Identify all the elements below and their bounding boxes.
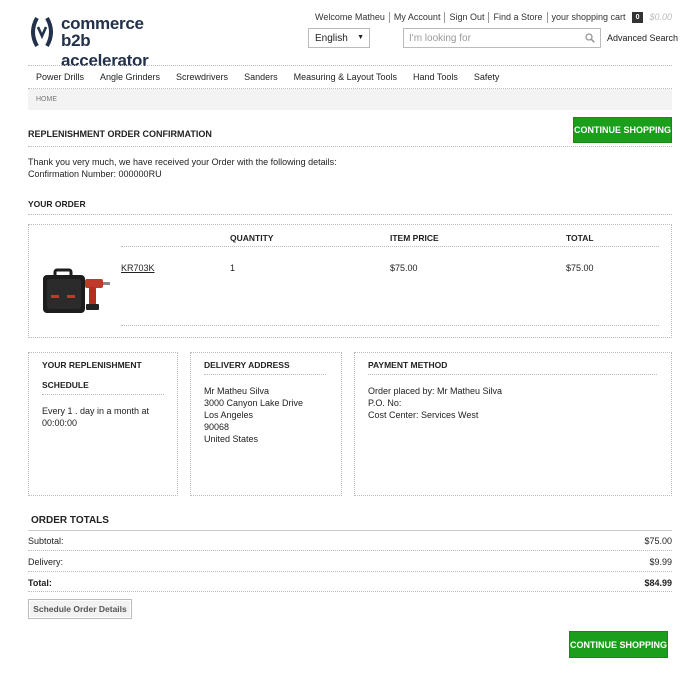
logo[interactable]: commerce b2b accelerator: [28, 14, 178, 70]
sign-out-link[interactable]: Sign Out: [444, 11, 488, 23]
divider: [204, 374, 326, 375]
divider: [28, 591, 672, 592]
welcome-text: Welcome Matheu: [315, 11, 385, 22]
advanced-search-link[interactable]: Advanced Search: [607, 33, 678, 43]
item-total: $75.00: [566, 263, 594, 273]
item-price: $75.00: [390, 263, 418, 273]
confirmation-number: Confirmation Number: 000000RU: [28, 169, 162, 179]
logo-mark-icon: [31, 17, 53, 47]
breadcrumb-home-link[interactable]: HOME: [36, 96, 57, 103]
top-links: Welcome Matheu My Account Sign Out Find …: [311, 10, 672, 24]
subtotal-label: Subtotal:: [28, 536, 64, 546]
divider: [28, 571, 672, 572]
divider: [28, 550, 672, 551]
payment-method-box: PAYMENT METHOD Order placed by: Mr Mathe…: [354, 352, 672, 496]
nav-item-angle-grinders[interactable]: Angle Grinders: [92, 72, 168, 82]
thanks-text: Thank you very much, we have received yo…: [28, 157, 337, 167]
column-header-quantity: QUANTITY: [230, 233, 274, 243]
find-store-link[interactable]: Find a Store: [488, 11, 546, 23]
schedule-time: 00:00:00: [42, 418, 78, 428]
column-header-total: TOTAL: [566, 233, 594, 243]
payment-heading: PAYMENT METHOD: [368, 360, 448, 370]
divider: [28, 146, 672, 147]
divider: [28, 530, 672, 531]
divider: [368, 374, 657, 375]
subtotal-value: $75.00: [644, 536, 672, 546]
category-nav: Power Drills Angle Grinders Screwdrivers…: [28, 66, 672, 88]
payment-details: Order placed by: Mr Matheu Silva P.O. No…: [368, 385, 502, 421]
nav-item-safety[interactable]: Safety: [466, 72, 508, 82]
schedule-order-details-button[interactable]: Schedule Order Details: [28, 599, 132, 619]
delivery-label: Delivery:: [28, 557, 64, 567]
continue-shopping-button-bottom[interactable]: CONTINUE SHOPPING: [569, 631, 668, 658]
column-header-item-price: ITEM PRICE: [390, 233, 439, 243]
payment-line: Cost Center: Services West: [368, 410, 479, 420]
payment-line: Order placed by: Mr Matheu Silva: [368, 386, 503, 396]
address-line: 90068: [204, 422, 230, 432]
cart-count-badge[interactable]: 0: [631, 11, 644, 23]
my-account-link[interactable]: My Account: [388, 11, 445, 23]
divider: [121, 325, 659, 326]
nav-item-hand-tools[interactable]: Hand Tools: [405, 72, 466, 82]
language-select[interactable]: English ▼: [308, 28, 370, 48]
dropdown-arrow-icon: ▼: [357, 34, 364, 41]
total-value: $84.99: [644, 578, 672, 588]
schedule-details: Every 1 . day in a month at 00:00:00: [42, 405, 149, 429]
search-icon[interactable]: [585, 33, 595, 43]
confirmation-message: Thank you very much, we have received yo…: [28, 156, 337, 180]
your-order-heading: YOUR ORDER: [28, 199, 86, 209]
delivery-address: Mr Matheu Silva 3000 Canyon Lake Drive L…: [204, 385, 303, 445]
nav-item-measuring-layout-tools[interactable]: Measuring & Layout Tools: [286, 72, 405, 82]
nav-item-sanders[interactable]: Sanders: [236, 72, 286, 82]
payment-line: P.O. No:: [368, 398, 402, 408]
delivery-value: $9.99: [649, 557, 672, 567]
breadcrumb: HOME: [28, 89, 672, 110]
total-label: Total:: [28, 578, 52, 588]
divider: [42, 394, 164, 395]
product-image[interactable]: [41, 265, 111, 315]
order-totals-heading: ORDER TOTALS: [31, 515, 109, 526]
delivery-heading: DELIVERY ADDRESS: [204, 360, 290, 370]
schedule-heading-line2: SCHEDULE: [42, 380, 89, 390]
search-input[interactable]: [404, 29, 574, 47]
schedule-heading-line1: YOUR REPLENISHMENT: [42, 360, 142, 370]
order-items-table: QUANTITY ITEM PRICE TOTAL KR703K 1 $75.0…: [28, 224, 672, 338]
item-quantity: 1: [230, 263, 236, 273]
nav-item-screwdrivers[interactable]: Screwdrivers: [168, 72, 236, 82]
search-box: [403, 28, 601, 48]
address-line: 3000 Canyon Lake Drive: [204, 398, 304, 408]
page-title: REPLENISHMENT ORDER CONFIRMATION: [28, 129, 212, 139]
replenishment-schedule-box: YOUR REPLENISHMENT SCHEDULE Every 1 . da…: [28, 352, 178, 496]
cart-price: $0.00: [649, 12, 672, 22]
nav-item-power-drills[interactable]: Power Drills: [28, 72, 92, 82]
shopping-cart-link[interactable]: your shopping cart: [546, 11, 630, 23]
divider: [28, 214, 672, 215]
schedule-frequency: Every 1 . day in a month at: [42, 406, 150, 416]
item-sku-link[interactable]: KR703K: [121, 263, 155, 273]
language-selected: English: [315, 33, 348, 44]
divider: [121, 246, 659, 247]
continue-shopping-button[interactable]: CONTINUE SHOPPING: [573, 117, 672, 143]
address-line: Los Angeles: [204, 410, 254, 420]
address-line: Mr Matheu Silva: [204, 386, 270, 396]
address-line: United States: [204, 434, 259, 444]
delivery-address-box: DELIVERY ADDRESS Mr Matheu Silva 3000 Ca…: [190, 352, 342, 496]
